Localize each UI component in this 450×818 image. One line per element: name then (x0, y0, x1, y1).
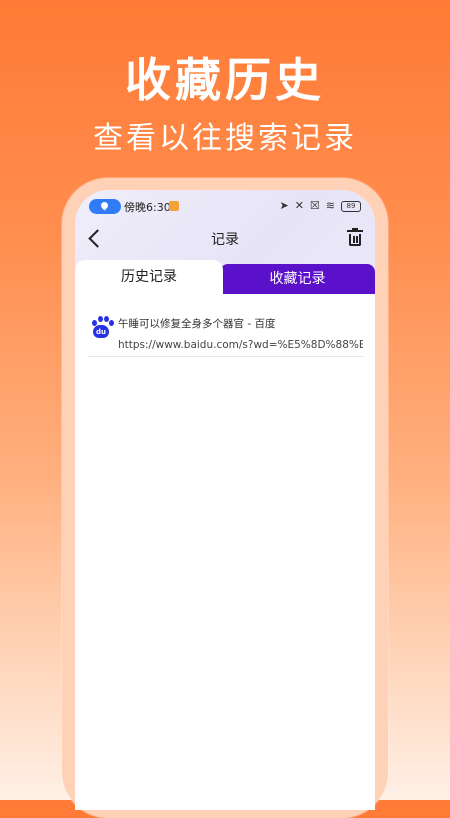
hero-subtitle: 查看以往搜索记录 (93, 121, 357, 156)
hero-title: 收藏历史 (125, 53, 325, 107)
navigation-arrow-icon: ➤ (279, 199, 289, 212)
sim-off-icon: ☒ (309, 199, 320, 212)
page-title: 记录 (211, 232, 239, 248)
location-icon (99, 200, 110, 211)
trash-icon[interactable] (347, 228, 363, 248)
nav-bar: 记录 (75, 222, 375, 256)
status-bar: 傍晚6:30 ➤ ✕ ☒ ≋ 89 (75, 190, 375, 222)
record-tabs: 收藏记录 历史记录 (75, 260, 375, 296)
item-title: 午睡可以修复全身多个器官 - 百度 (118, 318, 276, 330)
wifi-icon: ≋ (325, 199, 335, 212)
notification-icon (169, 201, 179, 211)
battery-icon: 89 (341, 200, 361, 212)
phone-screen: 傍晚6:30 ➤ ✕ ☒ ≋ 89 记录 收藏记录 历史记录 du 午睡可以修复… (75, 190, 375, 810)
mute-icon: ✕ (294, 199, 304, 212)
item-url: https://www.baidu.com/s?wd=%E5%8D%88%E7… (118, 339, 363, 351)
list-item[interactable]: du 午睡可以修复全身多个器官 - 百度 https://www.baidu.c… (87, 294, 363, 357)
status-time: 傍晚6:30 (124, 201, 171, 214)
tab-history[interactable]: 历史记录 (75, 260, 223, 296)
baidu-icon: du (90, 316, 114, 342)
status-icons: ➤ ✕ ☒ ≋ 89 (279, 199, 361, 213)
location-pill (89, 199, 121, 214)
tab-favorites[interactable]: 收藏记录 (220, 264, 375, 294)
